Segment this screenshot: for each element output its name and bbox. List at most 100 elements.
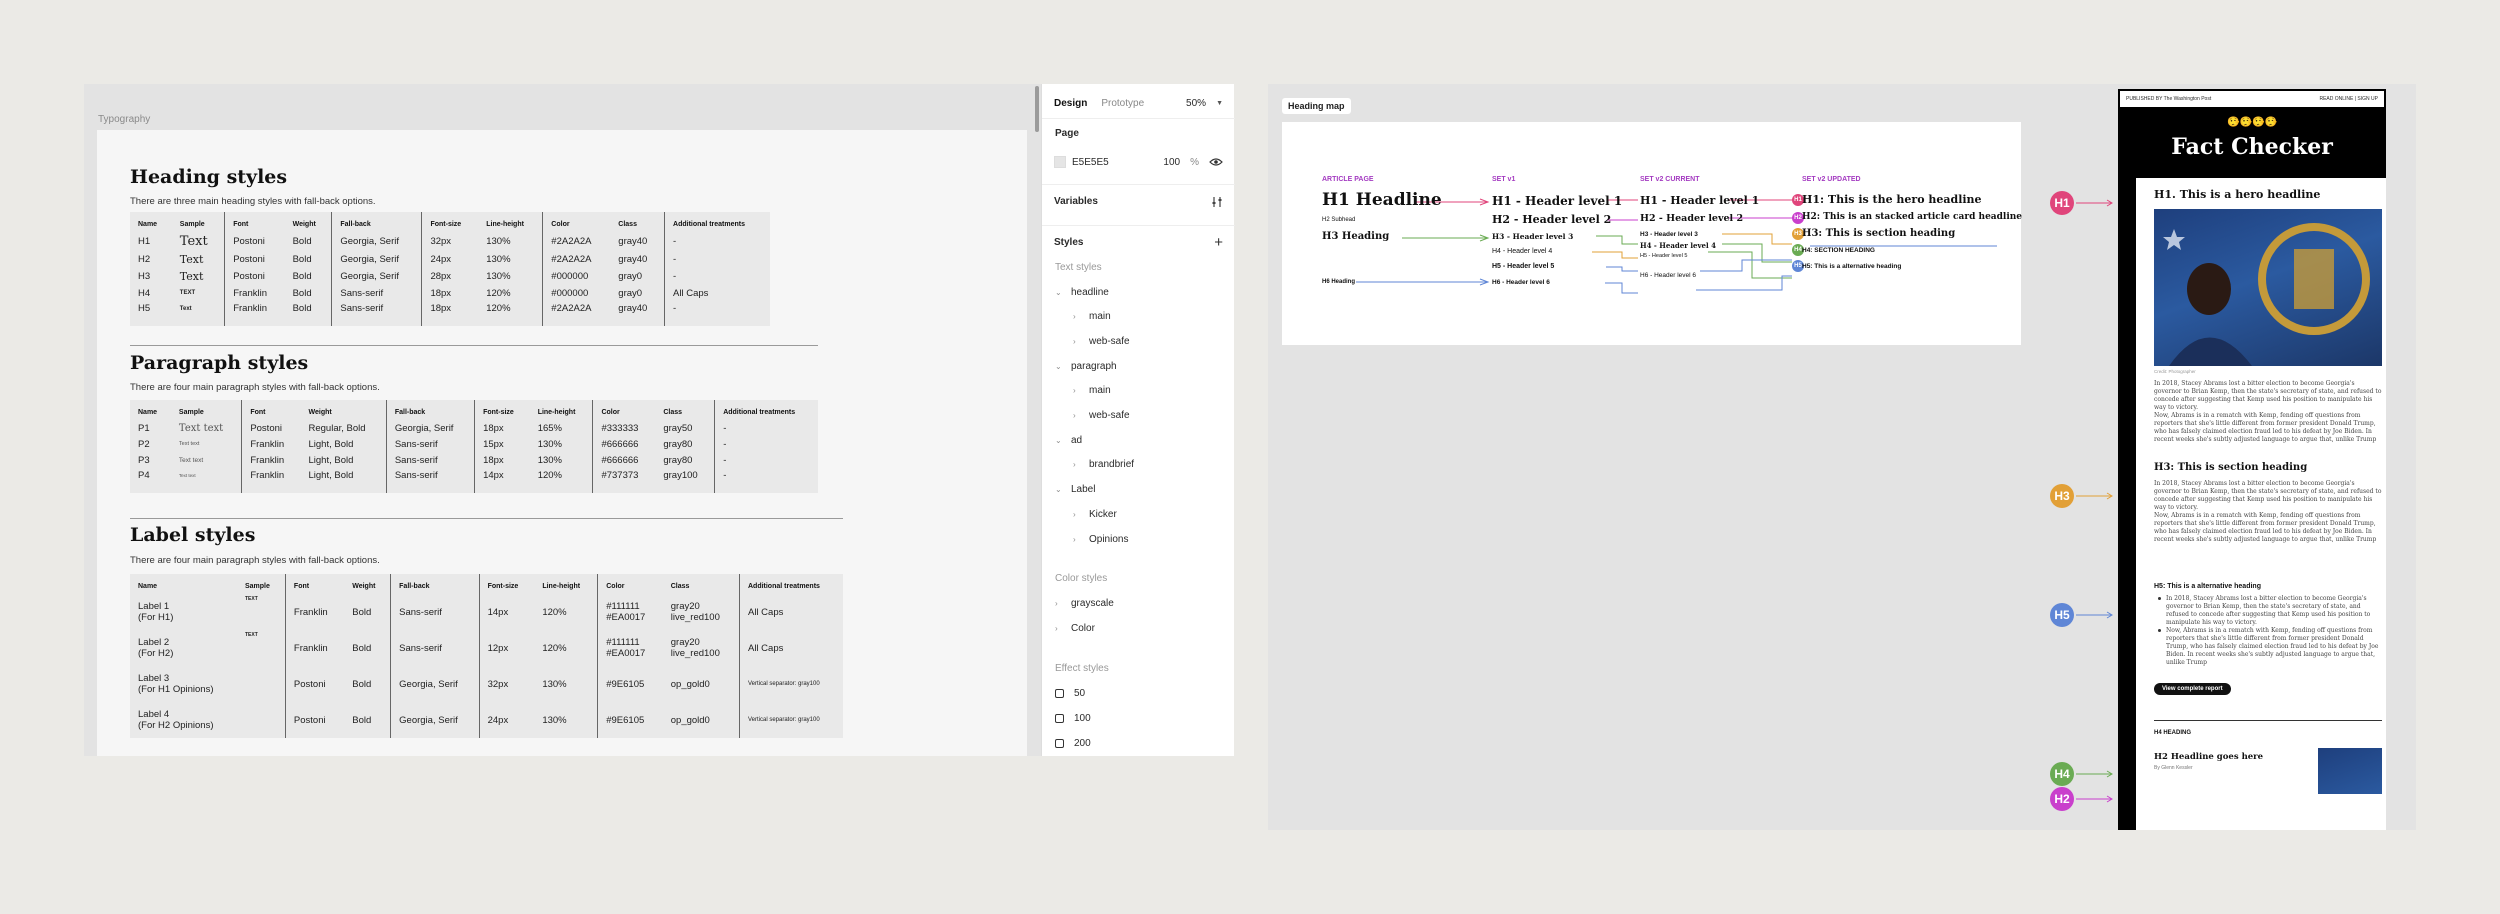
chevron-right-icon[interactable]: › xyxy=(1073,337,1083,346)
table-cell: - xyxy=(714,420,818,436)
chevron-right-icon[interactable]: › xyxy=(1055,599,1065,608)
table-cell: 130% xyxy=(534,702,597,738)
table-row: H4 TEXT Franklin Bold Sans-serif 18px 120% #000… xyxy=(130,285,770,301)
color-styles-label: Color styles xyxy=(1055,572,1108,584)
table-cell: 24px xyxy=(478,702,535,738)
chevron-right-icon[interactable]: › xyxy=(1073,411,1083,420)
table-cell: Bold xyxy=(344,594,390,630)
frame-label[interactable]: Typography xyxy=(98,114,150,125)
column-header: Weight xyxy=(308,409,332,416)
table-cell: - xyxy=(714,436,818,452)
style-tree-item[interactable]: › web-safe xyxy=(1042,405,1235,427)
column-header: Line-height xyxy=(486,221,524,228)
effect-style-item[interactable]: 100 xyxy=(1042,707,1235,729)
style-tree-item[interactable]: › main xyxy=(1042,380,1235,402)
cell-line: Georgia, Serif xyxy=(399,678,458,690)
effect-style-item[interactable]: 200 xyxy=(1042,732,1235,754)
column-header: Sample xyxy=(178,409,204,416)
variables-title[interactable]: Variables xyxy=(1054,196,1098,207)
table-cell: 15px xyxy=(474,436,530,452)
color-style-item[interactable]: › Color xyxy=(1042,617,1235,639)
tab-design[interactable]: Design xyxy=(1054,98,1087,109)
chevron-right-icon[interactable]: › xyxy=(1073,460,1083,469)
style-tree-item[interactable]: › Kicker xyxy=(1042,503,1235,525)
column-header: Font-size xyxy=(421,212,479,232)
canvas-scrollbar[interactable] xyxy=(1035,86,1039,132)
paragraph-styles-desc: There are four main paragraph styles wit… xyxy=(130,382,380,393)
map-v1-h2: H2 - Header level 2 xyxy=(1492,213,1612,226)
table-cell: Postoni xyxy=(224,232,285,251)
read-online-signup[interactable]: READ ONLINE | SIGN UP xyxy=(2319,96,2378,102)
heading-map-label[interactable]: Heading map xyxy=(1282,98,1351,114)
cell-line: Bold xyxy=(352,678,372,690)
table-cell: H4 xyxy=(138,287,151,299)
column-header: Color xyxy=(597,574,663,594)
cell-line: Sans-serif xyxy=(399,606,442,618)
tab-prototype[interactable]: Prototype xyxy=(1101,98,1144,109)
cell-line: (For H2) xyxy=(138,648,174,659)
table-row: Label 2 (For H2) TEXT Franklin Bold Sans-seri… xyxy=(130,630,843,666)
column-header: Font-size xyxy=(474,400,530,420)
zoom-level[interactable]: 50% xyxy=(1186,98,1206,109)
page-color-value[interactable]: E5E5E5 xyxy=(1072,157,1109,168)
table-header-row: Name Sample Font Weight Fall-back Font-size Li… xyxy=(130,574,843,594)
color-style-item[interactable]: › grayscale xyxy=(1042,592,1235,614)
table-cell: #111111 #EA0017 xyxy=(597,630,663,666)
table-cell: 130% xyxy=(534,666,597,702)
table-cell: Franklin xyxy=(224,301,285,326)
table-cell: Bold xyxy=(292,254,312,265)
chevron-down-icon[interactable]: ⌄ xyxy=(1055,436,1065,445)
chevron-right-icon[interactable]: › xyxy=(1055,624,1065,633)
table-cell: op_gold0 xyxy=(663,702,740,738)
chevron-down-icon[interactable]: ⌄ xyxy=(1055,362,1065,371)
style-tree-item[interactable]: › main xyxy=(1042,306,1235,328)
chevron-right-icon[interactable]: › xyxy=(1073,535,1083,544)
eye-icon[interactable] xyxy=(1209,157,1223,167)
chevron-right-icon[interactable]: › xyxy=(1073,510,1083,519)
cell-line: 130% xyxy=(542,678,567,690)
table-cell: Georgia, Serif xyxy=(331,251,422,268)
chevron-right-icon[interactable]: › xyxy=(1073,312,1083,321)
table-cell: #000000 xyxy=(542,285,611,301)
table-cell: Bold xyxy=(292,287,312,299)
style-tree-item[interactable]: › Opinions xyxy=(1042,528,1235,550)
table-cell: Sans-serif xyxy=(385,452,475,468)
article-h2[interactable]: H2 Headline goes here xyxy=(2154,752,2263,762)
cell-line: 120% xyxy=(542,642,567,654)
table-cell: All Caps xyxy=(664,285,770,301)
effect-style-item[interactable]: 50 xyxy=(1042,682,1235,704)
style-tree-item[interactable]: › brandbrief xyxy=(1042,454,1235,476)
article-h4: H4 HEADING xyxy=(2154,730,2192,736)
page-opacity-value[interactable]: 100 xyxy=(1163,157,1180,168)
sample-cell xyxy=(237,666,285,702)
page-color-row[interactable]: E5E5E5 100 % xyxy=(1042,151,1235,173)
table-cell: Georgia, Serif xyxy=(331,232,422,251)
color-swatch[interactable] xyxy=(1054,156,1066,168)
divider xyxy=(2154,720,2382,721)
callout-h5: H5 xyxy=(2050,603,2074,627)
sample-cell: Text xyxy=(179,305,192,312)
table-cell: 120% xyxy=(486,303,511,314)
style-tree-item[interactable]: ⌄ Label xyxy=(1042,479,1235,501)
table-cell: gray80 xyxy=(663,454,693,466)
style-tree-item[interactable]: › web-safe xyxy=(1042,330,1235,352)
chevron-down-icon[interactable]: ⌄ xyxy=(1055,485,1065,494)
sliders-icon[interactable] xyxy=(1211,196,1223,208)
view-report-button[interactable]: View complete report xyxy=(2154,683,2231,695)
cell-line: Label 3 xyxy=(138,673,170,684)
add-style-icon[interactable]: + xyxy=(1214,234,1223,251)
style-tree-item[interactable]: ⌄ headline xyxy=(1042,281,1235,303)
style-tree-item[interactable]: ⌄ ad xyxy=(1042,429,1235,451)
table-cell: 18px xyxy=(421,285,479,301)
map-upd-h3: H3: This is section heading xyxy=(1802,228,1956,239)
chevron-right-icon[interactable]: › xyxy=(1073,386,1083,395)
effect-style-label: 50 xyxy=(1074,687,1086,699)
style-tree-item[interactable]: ⌄ paragraph xyxy=(1042,355,1235,377)
table-cell: Franklin xyxy=(241,468,301,493)
table-cell: 32px xyxy=(478,666,535,702)
table-cell: 14px xyxy=(478,594,535,630)
chevron-down-icon[interactable]: ⌄ xyxy=(1055,288,1065,297)
cell-line: Vertical separator: gray100 xyxy=(747,717,820,723)
table-cell: #000000 xyxy=(542,268,611,285)
chevron-down-icon[interactable]: ▼ xyxy=(1216,100,1223,107)
